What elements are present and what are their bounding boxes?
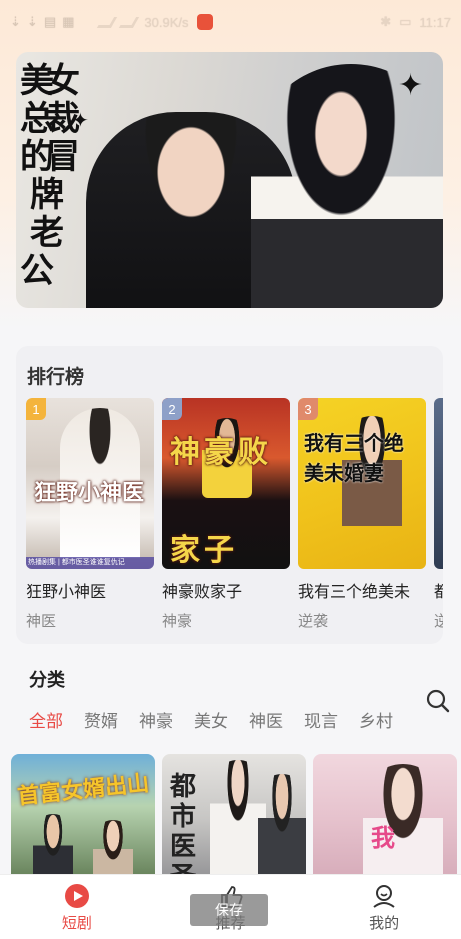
nav-label: 短剧 xyxy=(61,915,92,932)
nav-label: 我的 xyxy=(369,915,400,932)
search-icon xyxy=(426,689,450,713)
card-figure xyxy=(258,774,306,884)
status-mid: 30.9K/s xyxy=(97,14,213,30)
tab-tycoon[interactable]: 神豪 xyxy=(139,707,173,732)
ranking-item[interactable]: 都 逆 xyxy=(434,398,443,631)
notification-icon: ⇣ xyxy=(10,14,21,29)
download-icon: ⇣ xyxy=(26,14,38,29)
nav-shortdrama[interactable]: 短剧 xyxy=(0,875,154,939)
banner-title-char: 牌 xyxy=(30,175,64,215)
ranking-list[interactable]: 1 狂野小神医 热播剧集 | 都市医圣谁谁复仇记 狂野小神医 神医 2 神豪败家… xyxy=(26,398,443,631)
search-button[interactable] xyxy=(425,688,451,714)
ranking-item[interactable]: 3 我有三个绝美未婚妻 我有三个绝美未 逆袭 xyxy=(298,398,426,631)
poster-image: 2 神豪败家子 xyxy=(162,398,290,569)
drama-name: 我有三个绝美未 xyxy=(298,584,411,601)
toast-message: 保存 xyxy=(190,894,268,926)
app-icon xyxy=(196,14,213,30)
featured-banner[interactable]: 美 女 总 裁 的 冒 牌 老 公 ✦ ✦ xyxy=(16,52,443,308)
poster-image: 3 我有三个绝美未婚妻 xyxy=(298,398,426,569)
battery-icon: ▭ xyxy=(399,14,412,29)
tab-all[interactable]: 全部 xyxy=(29,707,63,732)
drama-tag: 神医 xyxy=(26,613,57,630)
nav-profile[interactable]: 我的 xyxy=(307,875,461,939)
clock: 11:17 xyxy=(419,14,451,30)
category-tabs: 全部 赘婿 神豪 美女 神医 现言 乡村 xyxy=(29,707,393,732)
poster-image: 1 狂野小神医 热播剧集 | 都市医圣谁谁复仇记 xyxy=(26,398,154,569)
network-speed: 30.9K/s xyxy=(144,14,189,30)
message-icon: ▦ xyxy=(62,14,75,29)
drama-name: 都 xyxy=(434,584,443,601)
drama-tag: 神豪 xyxy=(162,613,193,630)
ranking-item[interactable]: 2 神豪败家子 神豪败家子 神豪 xyxy=(162,398,290,631)
tab-son-in-law[interactable]: 赘婿 xyxy=(84,707,118,732)
drama-tag: 逆袭 xyxy=(298,613,329,630)
tab-modern-romance[interactable]: 现言 xyxy=(304,707,338,732)
bluetooth-icon: ✱ xyxy=(380,14,392,29)
card-title: 首富女婿出山 xyxy=(16,770,151,810)
drama-card[interactable]: 都市医圣 xyxy=(162,754,306,884)
poster-title: 我有三个绝美未婚妻 xyxy=(304,431,404,485)
poster-title: 神豪败家子 xyxy=(170,435,272,568)
drama-card[interactable]: 我 xyxy=(313,754,457,884)
drama-tag: 逆 xyxy=(434,613,443,630)
tab-doctor[interactable]: 神医 xyxy=(249,707,283,732)
sparkle-icon: ✦ xyxy=(398,69,424,102)
poster-title: 狂野小神医 xyxy=(34,480,145,506)
tab-countryside[interactable]: 乡村 xyxy=(359,707,393,732)
category-title: 分类 xyxy=(29,670,65,690)
signal-icon xyxy=(119,16,140,28)
banner-title-char: 公 xyxy=(20,251,54,291)
ranking-title: 排行榜 xyxy=(27,367,85,388)
card-title: 我 xyxy=(371,823,395,852)
banner-title: 美 女 总 裁 的 冒 牌 老 公 xyxy=(20,62,90,290)
status-right: ✱ ▭ 11:17 xyxy=(380,14,451,30)
poster-image xyxy=(434,398,443,569)
ranking-item[interactable]: 1 狂野小神医 热播剧集 | 都市医圣谁谁复仇记 狂野小神医 神医 xyxy=(26,398,154,631)
banner-title-char: 冒 xyxy=(46,137,80,177)
status-bar: ⇣ ⇣ ▤ ▦ 30.9K/s ✱ ▭ 11:17 xyxy=(0,0,461,44)
card-title: 都市医圣 xyxy=(170,772,197,884)
drama-card[interactable]: 首富女婿出山 xyxy=(11,754,155,884)
drama-grid: 首富女婿出山 都市医圣 我 xyxy=(11,754,457,884)
banner-title-char: 老 xyxy=(30,213,64,253)
user-icon xyxy=(373,885,395,908)
rank-badge: 3 xyxy=(298,398,318,420)
poster-strip: 热播剧集 | 都市医圣谁谁复仇记 xyxy=(26,557,154,569)
banner-title-char: 女 xyxy=(46,61,80,101)
status-left: ⇣ ⇣ ▤ ▦ xyxy=(10,14,74,30)
signal-icon xyxy=(97,16,118,28)
rank-badge: 1 xyxy=(26,398,46,420)
drama-name: 狂野小神医 xyxy=(26,584,107,601)
drama-name: 神豪败家子 xyxy=(162,584,243,601)
sparkle-icon: ✦ xyxy=(72,110,89,132)
notification-icon: ▤ xyxy=(43,14,57,29)
play-circle-icon xyxy=(64,884,89,908)
tab-beauty[interactable]: 美女 xyxy=(194,707,228,732)
ranking-section: 排行榜 1 狂野小神医 热播剧集 | 都市医圣谁谁复仇记 狂野小神医 神医 2 … xyxy=(16,346,443,644)
